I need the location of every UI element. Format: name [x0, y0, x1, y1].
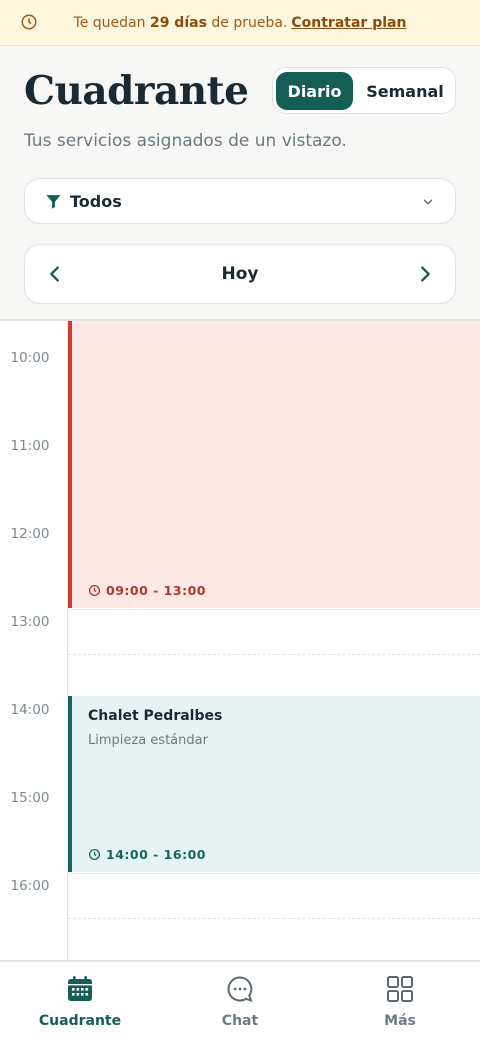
banner-days: 29 días: [149, 14, 207, 31]
nav-item-mas[interactable]: Más: [320, 962, 480, 1041]
filter-dropdown[interactable]: Todos: [24, 178, 456, 224]
page-subtitle: Tus servicios asignados de un vistazo.: [24, 131, 347, 151]
contract-plan-link[interactable]: Contratar plan: [291, 15, 406, 31]
event-block[interactable]: Chalet Pedralbes Limpieza estándar 14:00…: [68, 696, 480, 872]
toggle-weekly[interactable]: Semanal: [357, 72, 453, 110]
event-time: 09:00 - 13:00: [88, 583, 206, 598]
hour-label: 16:00: [10, 878, 50, 894]
page-title: Cuadrante: [24, 68, 249, 114]
chat-icon: [227, 976, 253, 1003]
calendar-icon: [68, 976, 92, 1001]
app-root: Te quedan 29 días de prueba. Contratar p…: [0, 0, 480, 1041]
current-day-label: Hoy: [221, 264, 259, 284]
clock-icon: [88, 584, 101, 597]
day-navigator: Hoy: [24, 244, 456, 304]
nav-label: Más: [384, 1013, 416, 1029]
grid-icon: [387, 976, 413, 1002]
event-time-text: 09:00 - 13:00: [106, 583, 206, 598]
event-block[interactable]: 09:00 - 13:00: [68, 321, 480, 608]
hour-label: 14:00: [10, 702, 50, 718]
page-header: Cuadrante Diario Semanal Tus servicios a…: [0, 46, 480, 319]
nav-label: Chat: [221, 1013, 259, 1029]
hour-label: 15:00: [10, 790, 50, 806]
nav-item-cuadrante[interactable]: Cuadrante: [0, 962, 160, 1041]
event-name: Chalet Pedralbes: [88, 708, 223, 724]
view-toggle: Diario Semanal: [272, 67, 456, 114]
nav-item-chat[interactable]: Chat: [160, 962, 320, 1041]
banner-suffix: de prueba.: [211, 14, 288, 31]
bottom-nav: Cuadrante Chat Más: [0, 960, 480, 1041]
half-hour-line: [68, 654, 480, 655]
event-service-type: Limpieza estándar: [88, 733, 208, 748]
hour-label: 13:00: [10, 614, 50, 630]
filter-label: Todos: [70, 191, 122, 211]
event-time-text: 14:00 - 16:00: [106, 847, 206, 862]
nav-label: Cuadrante: [38, 1013, 122, 1029]
hour-line: [68, 873, 480, 874]
clock-icon: [88, 848, 101, 861]
clock-icon: [21, 14, 37, 30]
hour-label: 12:00: [10, 526, 50, 542]
hour-label: 10:00: [10, 350, 50, 366]
chevron-right-icon[interactable]: [414, 263, 436, 285]
trial-banner: Te quedan 29 días de prueba. Contratar p…: [0, 0, 480, 46]
chevron-down-icon: [423, 199, 433, 205]
hour-label: 11:00: [10, 438, 50, 454]
filter-icon: [46, 194, 61, 209]
toggle-daily[interactable]: Diario: [276, 72, 353, 110]
day-timeline[interactable]: 10:00 11:00 12:00 13:00 14:00 15:00 16:0…: [0, 321, 480, 960]
banner-prefix: Te quedan: [73, 14, 146, 31]
hour-line: [68, 609, 480, 610]
half-hour-line: [68, 918, 480, 919]
event-time: 14:00 - 16:00: [88, 847, 206, 862]
